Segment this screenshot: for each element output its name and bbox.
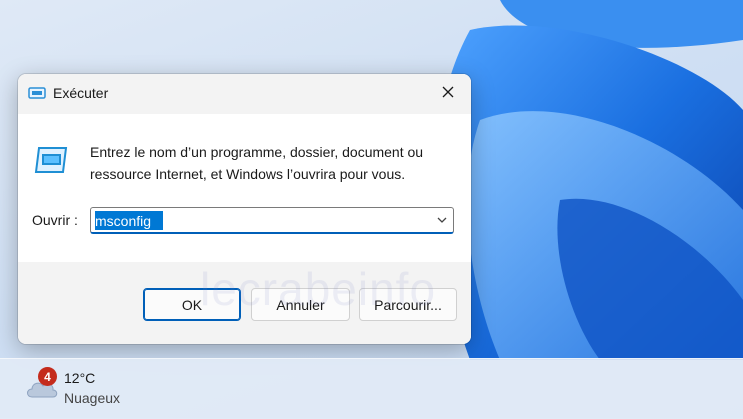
open-label: Ouvrir :: [32, 212, 78, 228]
dialog-content: Entrez le nom d’un programme, dossier, d…: [18, 114, 471, 262]
cancel-button[interactable]: Annuler: [251, 288, 350, 321]
taskbar: 4 12°C Nuageux: [0, 358, 743, 419]
dialog-description: Entrez le nom d’un programme, dossier, d…: [90, 144, 424, 182]
ok-button[interactable]: OK: [143, 288, 241, 321]
run-program-icon: [33, 146, 69, 174]
run-icon: [28, 86, 46, 100]
open-combobox[interactable]: [90, 207, 454, 234]
chevron-down-icon[interactable]: [435, 213, 449, 227]
close-button[interactable]: [425, 74, 471, 114]
run-dialog: Exécuter Entrez le nom d’un programme, d…: [18, 74, 471, 344]
notification-badge: 4: [38, 367, 57, 386]
browse-button[interactable]: Parcourir...: [359, 288, 457, 321]
weather-condition: Nuageux: [64, 390, 121, 406]
dialog-title: Exécuter: [53, 85, 109, 101]
close-icon: [441, 85, 455, 104]
open-input[interactable]: [94, 211, 426, 230]
dialog-footer: OK Annuler Parcourir...: [18, 262, 471, 344]
weather-temperature: 12°C: [64, 370, 96, 386]
title-bar[interactable]: Exécuter: [18, 74, 471, 114]
